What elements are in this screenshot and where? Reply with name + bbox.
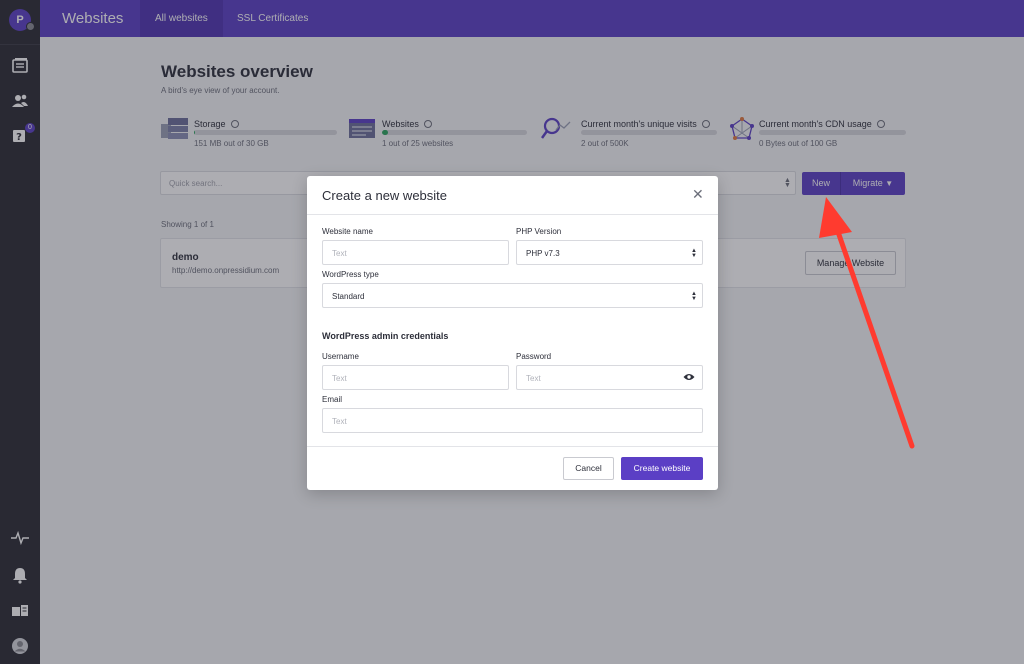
cancel-button[interactable]: Cancel: [563, 457, 614, 480]
username-label: Username: [322, 352, 359, 361]
modal-footer-divider: [307, 446, 718, 447]
email-input[interactable]: Text: [322, 408, 703, 433]
eye-icon[interactable]: [683, 373, 695, 381]
website-name-input[interactable]: Text: [322, 240, 509, 265]
select-arrow-icon: ▲ ▼: [691, 291, 697, 302]
close-icon[interactable]: ✕: [692, 186, 704, 203]
credentials-heading: WordPress admin credentials: [322, 331, 449, 341]
wp-type-select[interactable]: Standard: [322, 283, 703, 308]
email-label: Email: [322, 395, 343, 404]
php-version-label: PHP Version: [516, 227, 562, 236]
username-input[interactable]: Text: [322, 365, 509, 390]
password-input[interactable]: Text: [516, 365, 703, 390]
php-version-select[interactable]: PHP v7.3: [516, 240, 703, 265]
website-name-label: Website name: [322, 227, 373, 236]
select-arrow-icon: ▲ ▼: [691, 248, 697, 259]
password-label: Password: [516, 352, 552, 361]
create-website-modal: Create a new website ✕ Website name Text…: [307, 176, 718, 490]
modal-header-divider: [307, 214, 718, 215]
modal-title: Create a new website: [322, 188, 448, 203]
wp-type-label: WordPress type: [322, 270, 379, 279]
create-website-button[interactable]: Create website: [621, 457, 703, 480]
